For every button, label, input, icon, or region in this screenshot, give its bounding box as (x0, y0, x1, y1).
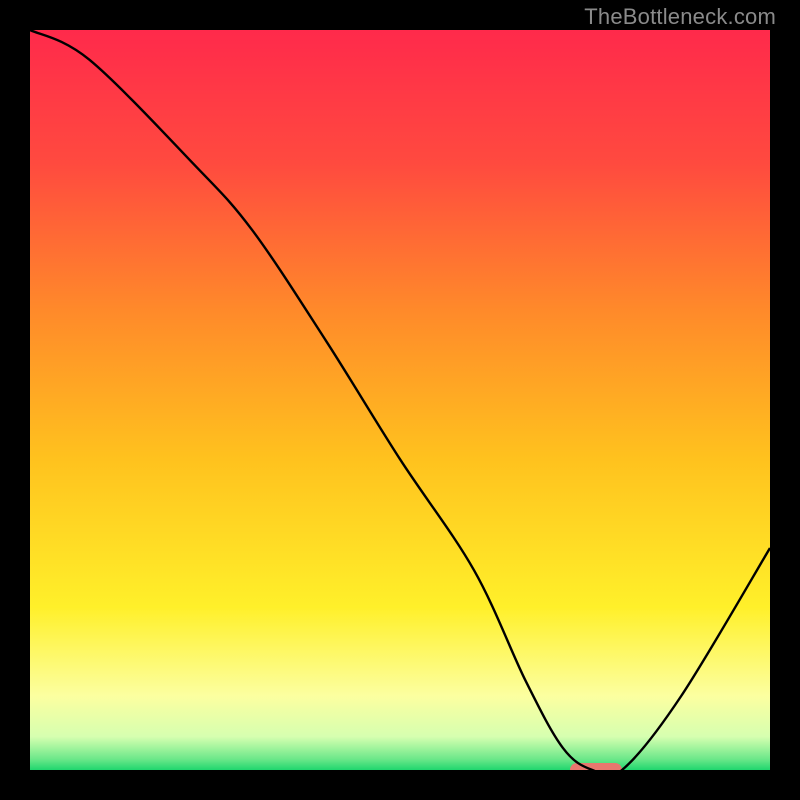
bottleneck-curve (30, 30, 770, 770)
chart-frame: TheBottleneck.com (0, 0, 800, 800)
watermark-text: TheBottleneck.com (584, 4, 776, 30)
plot-area (30, 30, 770, 770)
